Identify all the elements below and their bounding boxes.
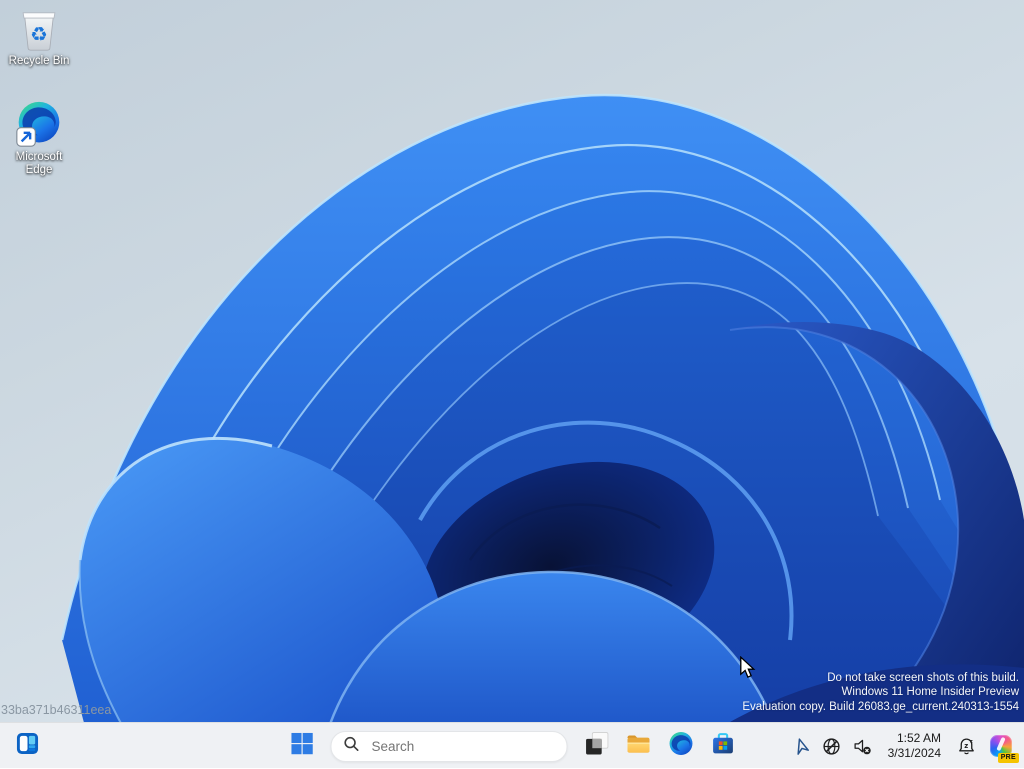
clock-date: 3/31/2024	[888, 746, 941, 761]
copilot-button[interactable]: PRE	[986, 729, 1016, 763]
notification-bell-dnd-icon[interactable]: z z	[955, 731, 977, 761]
svg-text:z: z	[969, 739, 972, 744]
taskbar-center-cluster	[283, 727, 742, 765]
recycle-bin-icon: ♻	[17, 6, 61, 52]
watermark-line-2: Windows 11 Home Insider Preview	[742, 685, 1019, 700]
evaluation-watermark: Do not take screen shots of this build. …	[742, 671, 1019, 715]
desktop-icon-label: Recycle Bin	[9, 55, 70, 68]
system-tray: 1:52 AM 3/31/2024 z z PRE	[790, 723, 1016, 769]
watermark-line-1: Do not take screen shots of this build.	[742, 671, 1019, 686]
location-arrow-icon[interactable]	[790, 731, 812, 761]
desktop: ♻ Recycle Bin Microsof	[0, 0, 1024, 768]
edge-taskbar-button[interactable]	[662, 727, 700, 765]
edge-icon	[15, 100, 63, 148]
volume-muted-icon[interactable]	[852, 731, 874, 761]
svg-text:♻: ♻	[30, 23, 48, 46]
clock-time: 1:52 AM	[897, 731, 941, 746]
svg-text:z: z	[964, 742, 968, 750]
shortcut-arrow-badge	[17, 128, 35, 146]
taskbar: 1:52 AM 3/31/2024 z z PRE	[0, 722, 1024, 768]
desktop-icon-label: Microsoft Edge	[8, 151, 70, 177]
search-icon	[344, 736, 360, 757]
microsoft-store-icon	[710, 731, 735, 761]
task-view-icon	[584, 731, 609, 761]
edge-icon	[668, 731, 693, 761]
network-globe-no-internet-icon[interactable]	[821, 731, 843, 761]
mouse-cursor	[738, 656, 758, 680]
task-view-button[interactable]	[578, 727, 616, 765]
file-explorer-button[interactable]	[620, 727, 658, 765]
file-explorer-folder-icon	[626, 731, 652, 762]
watermark-line-3: Evaluation copy. Build 26083.ge_current.…	[742, 700, 1019, 715]
widgets-button[interactable]	[8, 727, 46, 765]
start-button[interactable]	[283, 727, 321, 765]
taskbar-search[interactable]	[331, 731, 568, 762]
copilot-preview-badge: PRE	[998, 753, 1019, 763]
clock[interactable]: 1:52 AM 3/31/2024	[885, 731, 944, 761]
microsoft-store-button[interactable]	[704, 727, 742, 765]
widgets-icon	[16, 732, 39, 760]
search-input[interactable]	[370, 738, 534, 755]
bloom-wallpaper	[0, 0, 1024, 768]
desktop-icon-microsoft-edge[interactable]: Microsoft Edge	[0, 100, 78, 177]
windows-logo-icon	[290, 732, 313, 760]
desktop-icon-recycle-bin[interactable]: ♻ Recycle Bin	[0, 6, 78, 68]
build-hash-watermark: 33ba371b46311eea	[1, 703, 111, 717]
